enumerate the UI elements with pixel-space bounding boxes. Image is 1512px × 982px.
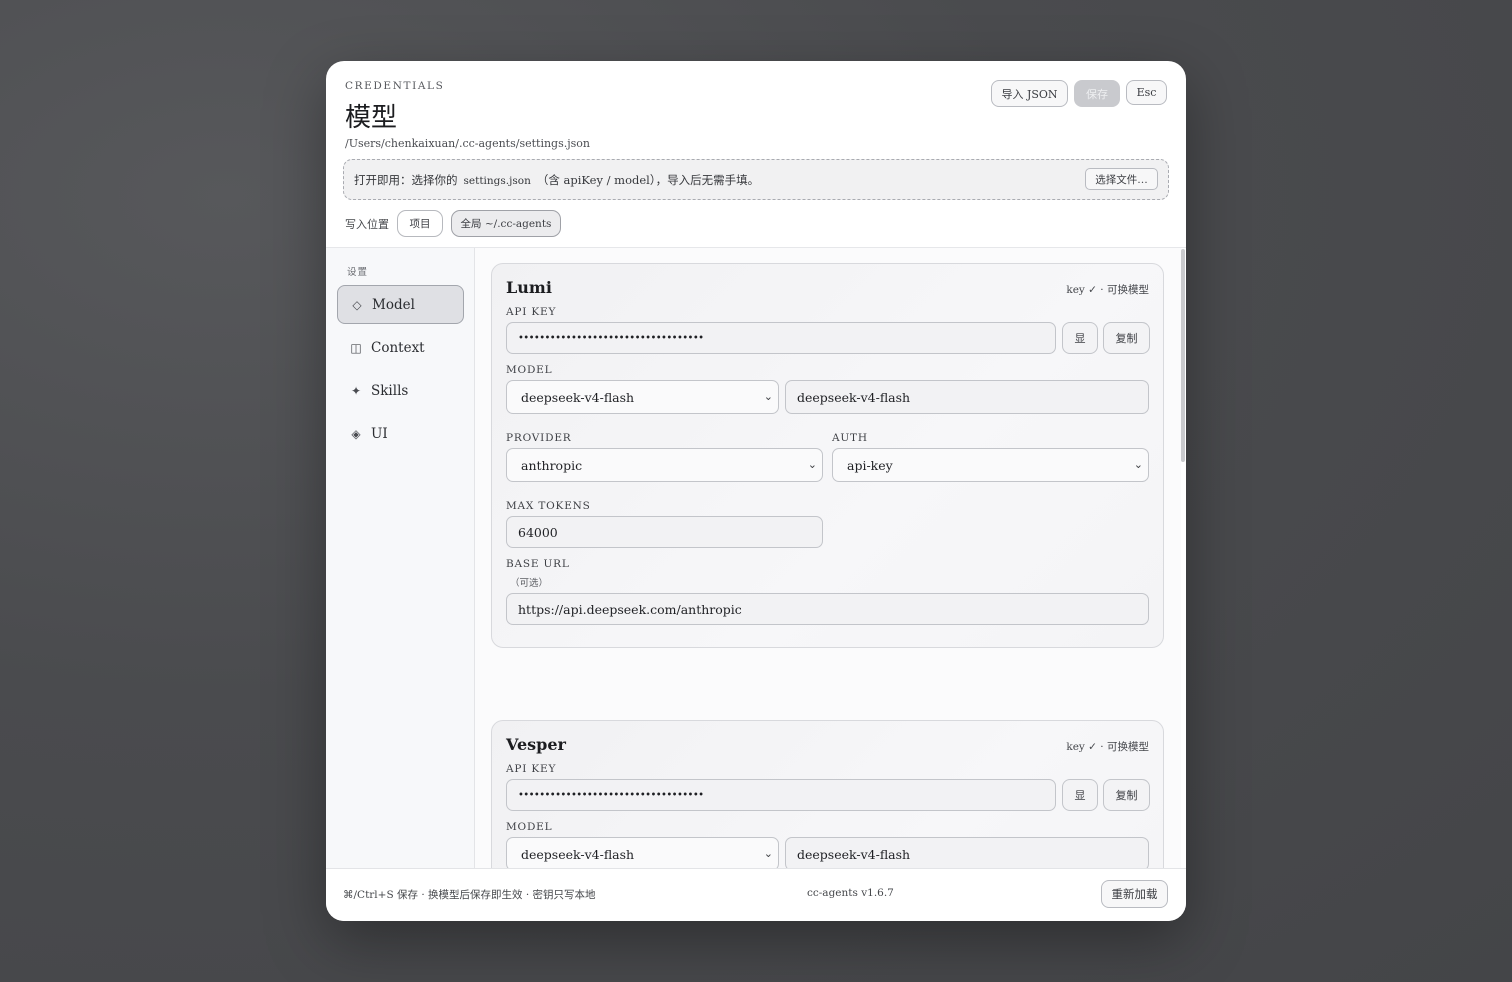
chevron-down-icon: ⌄: [1133, 458, 1143, 471]
model-input[interactable]: deepseek-v4-flash: [785, 837, 1149, 868]
sidebar-item-ui[interactable]: ◈ UI: [337, 414, 464, 453]
max-tokens-label: MAX TOKENS: [506, 500, 591, 512]
chevron-down-icon: ⌄: [763, 390, 773, 403]
dropzone-prefix: 打开即用：选择你的: [354, 173, 458, 187]
choose-file-button[interactable]: 选择文件…: [1085, 168, 1158, 190]
sidebar-item-skills[interactable]: ✦ Skills: [337, 371, 464, 410]
base-url-label: BASE URL: [506, 558, 570, 570]
model-label: MODEL: [506, 364, 553, 376]
version-label: cc-agents v1.6.7: [807, 887, 894, 899]
chevron-down-icon: ⌄: [807, 458, 817, 471]
agent-name: Vesper: [506, 735, 566, 754]
auth-select[interactable]: api-key ⌄: [832, 448, 1149, 482]
key-status: key ✓ · 可换模型: [1066, 741, 1149, 753]
page-title: 模型: [345, 103, 398, 133]
dropzone-text: 打开即用：选择你的 settings.json （含 apiKey / model）…: [354, 172, 759, 188]
model-settings-panel[interactable]: Lumi key ✓ · 可换模型 API KEY ••••••••••••••…: [475, 248, 1181, 868]
sidebar-item-model[interactable]: ◇ Model: [337, 285, 464, 324]
api-key-label: API KEY: [506, 763, 557, 775]
agent-card-lumi: Lumi key ✓ · 可换模型 API KEY ••••••••••••••…: [491, 263, 1164, 648]
write-location-project[interactable]: 项目: [397, 210, 443, 237]
agent-card-vesper: Vesper key ✓ · 可换模型 API KEY ••••••••••••…: [491, 720, 1164, 868]
esc-button[interactable]: Esc: [1126, 80, 1167, 105]
reload-button[interactable]: 重新加载: [1101, 880, 1168, 908]
model-input[interactable]: deepseek-v4-flash: [785, 380, 1149, 414]
provider-label: PROVIDER: [506, 432, 572, 444]
sidebar-item-context[interactable]: ◫ Context: [337, 328, 464, 367]
import-json-button[interactable]: 导入 JSON: [991, 80, 1068, 107]
diamond-outline-icon: ◇: [352, 297, 362, 312]
dropzone-filename: settings.json: [463, 175, 531, 187]
settings-sidebar: 设置 ◇ Model ◫ Context ✦ Skills ◈ UI: [326, 248, 475, 868]
panel-icon: ◫: [350, 340, 362, 355]
settings-path: /Users/chenkaixuan/.cc-agents/settings.j…: [345, 137, 591, 150]
copy-key-button[interactable]: 复制: [1103, 779, 1150, 811]
provider-select[interactable]: anthropic ⌄: [506, 448, 823, 482]
write-location-global[interactable]: 全局 ~/.cc-agents: [451, 210, 561, 237]
max-tokens-field[interactable]: 64000: [506, 516, 823, 548]
credentials-modal: CREDENTIALS 模型 /Users/chenkaixuan/.cc-ag…: [326, 61, 1186, 921]
modal-footer: ⌘/Ctrl+S 保存 · 换模型后保存即生效 · 密钥只写本地 cc-agen…: [326, 868, 1186, 921]
sidebar-item-label: Skills: [371, 382, 409, 399]
import-dropzone[interactable]: 打开即用：选择你的 settings.json （含 apiKey / model）…: [343, 159, 1169, 200]
scrollbar-thumb[interactable]: [1181, 249, 1185, 462]
sparkle-icon: ✦: [350, 383, 362, 398]
auth-label: AUTH: [832, 432, 868, 444]
modal-header: CREDENTIALS 模型 /Users/chenkaixuan/.cc-ag…: [326, 61, 1186, 247]
copy-key-button[interactable]: 复制: [1103, 322, 1150, 354]
api-key-label: API KEY: [506, 306, 557, 318]
sidebar-item-label: Context: [371, 339, 425, 356]
chevron-down-icon: ⌄: [763, 847, 773, 860]
dropzone-suffix: （含 apiKey / model），导入后无需手填。: [536, 173, 760, 187]
save-button[interactable]: 保存: [1074, 80, 1120, 107]
sidebar-section-label: 设置: [347, 267, 369, 278]
sidebar-item-label: UI: [371, 425, 388, 442]
write-location-label: 写入位置: [345, 218, 389, 231]
eyebrow-label: CREDENTIALS: [345, 80, 445, 92]
agent-name: Lumi: [506, 278, 552, 297]
key-status: key ✓ · 可换模型: [1066, 284, 1149, 296]
model-select[interactable]: deepseek-v4-flash ⌄: [506, 380, 779, 414]
shortcut-hint: ⌘/Ctrl+S 保存 · 换模型后保存即生效 · 密钥只写本地: [343, 889, 596, 901]
base-url-hint: （可选）: [510, 578, 549, 589]
show-key-button[interactable]: 显: [1062, 779, 1098, 811]
model-select[interactable]: deepseek-v4-flash ⌄: [506, 837, 779, 868]
diamond-dot-icon: ◈: [351, 426, 361, 441]
show-key-button[interactable]: 显: [1062, 322, 1098, 354]
sidebar-item-label: Model: [372, 296, 415, 313]
api-key-field[interactable]: •••••••••••••••••••••••••••••••••••: [506, 322, 1056, 354]
base-url-field[interactable]: https://api.deepseek.com/anthropic: [506, 593, 1149, 625]
api-key-field[interactable]: •••••••••••••••••••••••••••••••••••: [506, 779, 1056, 811]
model-label: MODEL: [506, 821, 553, 833]
